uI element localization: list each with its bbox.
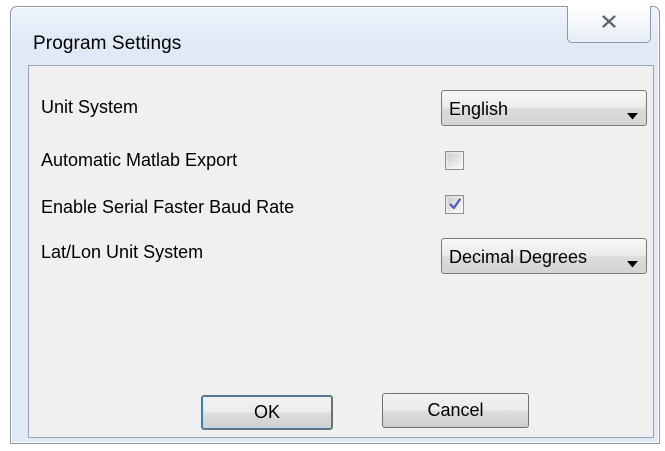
matlab-export-checkbox[interactable] <box>445 151 464 170</box>
unit-system-label: Unit System <box>41 97 139 117</box>
faster-baud-label: Enable Serial Faster Baud Rate <box>41 197 295 217</box>
chevron-down-icon <box>627 252 638 273</box>
latlon-unit-dropdown[interactable]: Decimal Degrees <box>441 238 647 274</box>
latlon-unit-value: Decimal Degrees <box>449 247 588 267</box>
unit-system-value: English <box>449 99 509 119</box>
ok-button[interactable]: OK <box>201 395 333 430</box>
window-title: Program Settings <box>33 33 182 54</box>
latlon-unit-label: Lat/Lon Unit System <box>41 242 204 262</box>
matlab-export-label: Automatic Matlab Export <box>41 150 238 170</box>
settings-panel: Unit System English Automatic Matlab Exp… <box>28 65 654 438</box>
program-settings-dialog: Program Settings Unit System English Aut… <box>10 6 660 444</box>
checkmark-icon <box>448 197 462 216</box>
faster-baud-checkbox[interactable] <box>445 195 464 214</box>
unit-system-dropdown[interactable]: English <box>441 90 647 126</box>
cancel-button[interactable]: Cancel <box>382 393 529 428</box>
close-icon <box>602 15 616 33</box>
chevron-down-icon <box>627 104 638 125</box>
close-button[interactable] <box>567 6 651 43</box>
title-bar: Program Settings <box>11 6 659 65</box>
